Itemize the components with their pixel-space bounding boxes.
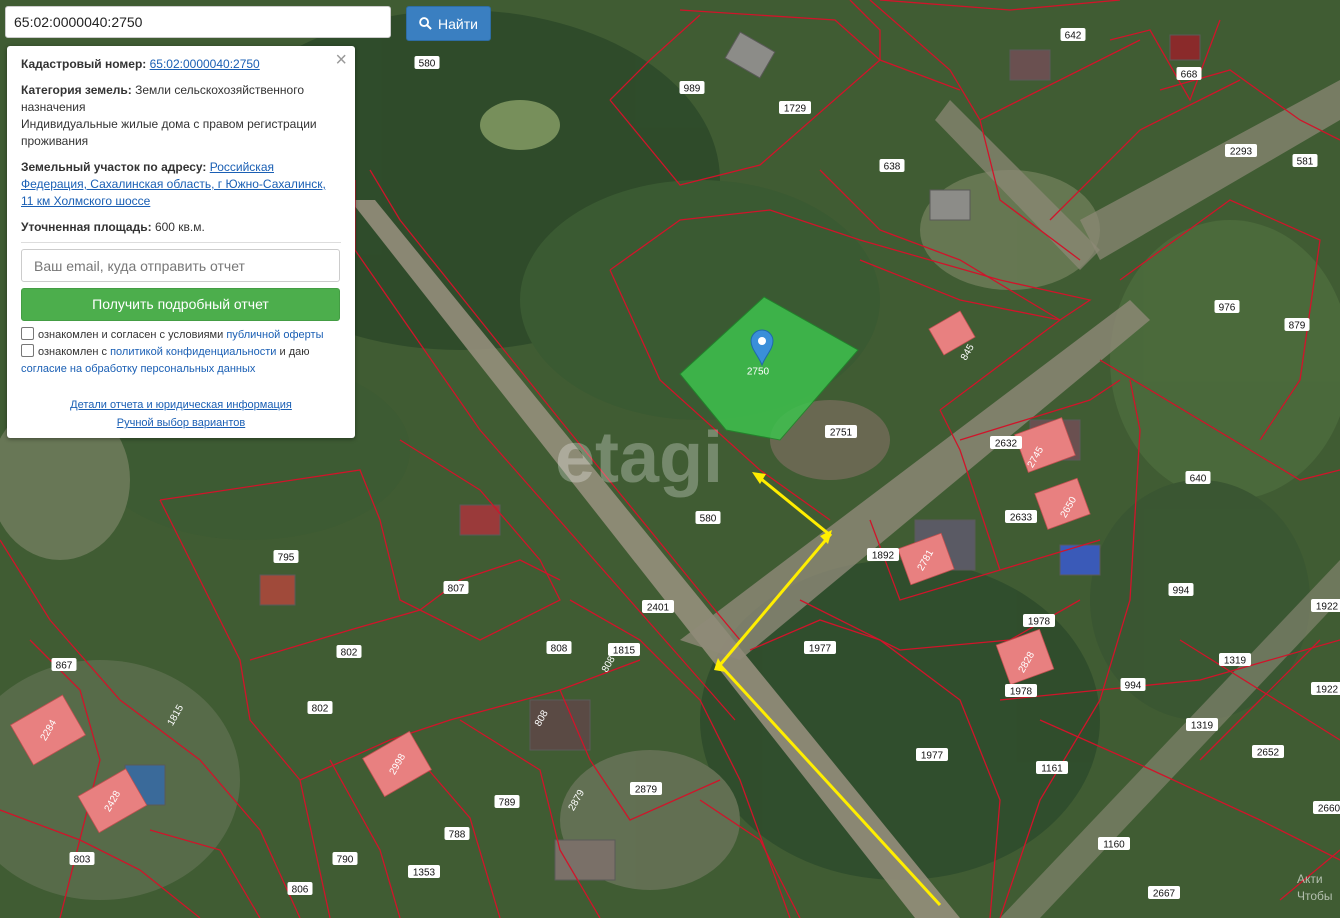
corner-activation-text: Акти: [1297, 872, 1323, 886]
parcel-label[interactable]: 994: [1125, 681, 1142, 692]
parcel-label[interactable]: 790: [337, 855, 354, 866]
parcel-label[interactable]: 789: [499, 798, 516, 809]
report-details-link[interactable]: Детали отчета и юридическая информация: [21, 396, 341, 414]
parcel-label[interactable]: 994: [1173, 586, 1190, 597]
parcel-label[interactable]: 795: [278, 553, 295, 564]
divider: [21, 242, 341, 243]
selected-parcel-label[interactable]: 2750: [747, 367, 770, 378]
parcel-label[interactable]: 976: [1219, 303, 1236, 314]
info-panel: × Кадастровый номер: 65:02:0000040:2750 …: [7, 46, 355, 438]
parcel-label[interactable]: 642: [1065, 31, 1082, 42]
personal-data-consent-link[interactable]: согласие на обработку персональных данны…: [21, 363, 255, 375]
consent-privacy-mid: и даю: [276, 346, 310, 358]
parcel-label[interactable]: 638: [884, 162, 901, 173]
cadastral-link[interactable]: 65:02:0000040:2750: [150, 57, 260, 71]
parcel-label[interactable]: 989: [684, 84, 701, 95]
parcel-label[interactable]: 1729: [784, 104, 807, 115]
parcel-label[interactable]: 580: [419, 59, 436, 70]
email-field[interactable]: [21, 249, 340, 282]
consent-offer-text: ознакомлен и согласен с условиями: [38, 329, 227, 341]
parcel-label[interactable]: 668: [1181, 70, 1198, 81]
consent-privacy-row: ознакомлен с политикой конфиденциальност…: [21, 344, 341, 378]
parcel-label[interactable]: 1319: [1191, 721, 1214, 732]
parcel-label[interactable]: 1978: [1010, 687, 1033, 698]
parcel-label[interactable]: 2879: [635, 785, 658, 796]
usage-text: Индивидуальные жилые дома с правом регис…: [21, 117, 317, 148]
consent-privacy-text: ознакомлен с: [38, 346, 111, 358]
parcel-label[interactable]: 803: [74, 855, 91, 866]
parcel-label[interactable]: 2652: [1257, 748, 1280, 759]
area-label: Уточненная площадь:: [21, 220, 152, 234]
parcel-label[interactable]: 1892: [872, 551, 895, 562]
address-row: Земельный участок по адресу: Российская …: [21, 159, 341, 210]
search-button-label: Найти: [438, 15, 478, 32]
parcel-label[interactable]: 807: [448, 584, 465, 595]
parcel-label[interactable]: 1922: [1316, 602, 1339, 613]
address-label: Земельный участок по адресу:: [21, 160, 207, 174]
search-button[interactable]: Найти: [406, 6, 491, 41]
consent-offer-row: ознакомлен и согласен с условиями публич…: [21, 327, 341, 344]
parcel-label[interactable]: 806: [292, 885, 309, 896]
parcel-label[interactable]: 2660: [1318, 804, 1340, 815]
parcel-label[interactable]: 2293: [1230, 147, 1253, 158]
parcel-label[interactable]: 2667: [1153, 889, 1176, 900]
manual-selection-link[interactable]: Ручной выбор вариантов: [21, 414, 341, 432]
parcel-label[interactable]: 581: [1297, 157, 1314, 168]
parcel-label[interactable]: 802: [341, 648, 358, 659]
search-icon: [419, 17, 432, 30]
category-row: Категория земель: Земли сельскохозяйстве…: [21, 82, 341, 150]
parcel-label[interactable]: 640: [1190, 474, 1207, 485]
consent-offer-checkbox[interactable]: [21, 327, 34, 340]
parcel-label[interactable]: 788: [449, 830, 466, 841]
close-icon[interactable]: ×: [335, 50, 347, 70]
parcel-label[interactable]: 1977: [809, 644, 832, 655]
parcel-label[interactable]: 808: [551, 644, 568, 655]
parcel-label[interactable]: 1815: [613, 646, 636, 657]
consent-privacy-checkbox[interactable]: [21, 344, 34, 357]
parcel-label[interactable]: 580: [700, 514, 717, 525]
privacy-policy-link[interactable]: политикой конфиденциальности: [110, 346, 276, 358]
cadastral-label: Кадастровый номер:: [21, 57, 147, 71]
parcel-label[interactable]: 867: [56, 661, 73, 672]
parcel-label[interactable]: 2401: [647, 603, 670, 614]
parcel-label[interactable]: 1922: [1316, 685, 1339, 696]
parcel-label[interactable]: 1977: [921, 751, 944, 762]
parcel-label[interactable]: 1160: [1103, 840, 1125, 851]
parcel-label[interactable]: 2633: [1010, 513, 1033, 524]
parcel-label[interactable]: 1978: [1028, 617, 1051, 628]
cadastral-row: Кадастровый номер: 65:02:0000040:2750: [21, 56, 341, 73]
public-offer-link[interactable]: публичной оферты: [226, 329, 323, 341]
get-report-button[interactable]: Получить подробный отчет: [21, 288, 340, 321]
corner-activation-text-2: Чтобы: [1297, 889, 1333, 903]
area-row: Уточненная площадь: 600 кв.м.: [21, 219, 341, 236]
area-value: 600 кв.м.: [154, 220, 205, 234]
footer-links: Детали отчета и юридическая информация Р…: [21, 396, 341, 432]
parcel-label[interactable]: 802: [312, 704, 329, 715]
parcel-label[interactable]: 2632: [995, 439, 1018, 450]
parcel-label[interactable]: 2751: [830, 428, 853, 439]
watermark: etagi: [555, 418, 723, 498]
parcel-label[interactable]: 879: [1289, 321, 1306, 332]
parcel-label[interactable]: 1353: [413, 868, 436, 879]
parcel-label[interactable]: 1161: [1041, 764, 1063, 775]
category-label: Категория земель:: [21, 83, 132, 97]
parcel-label[interactable]: 1319: [1224, 656, 1247, 667]
search-input[interactable]: [5, 6, 391, 38]
